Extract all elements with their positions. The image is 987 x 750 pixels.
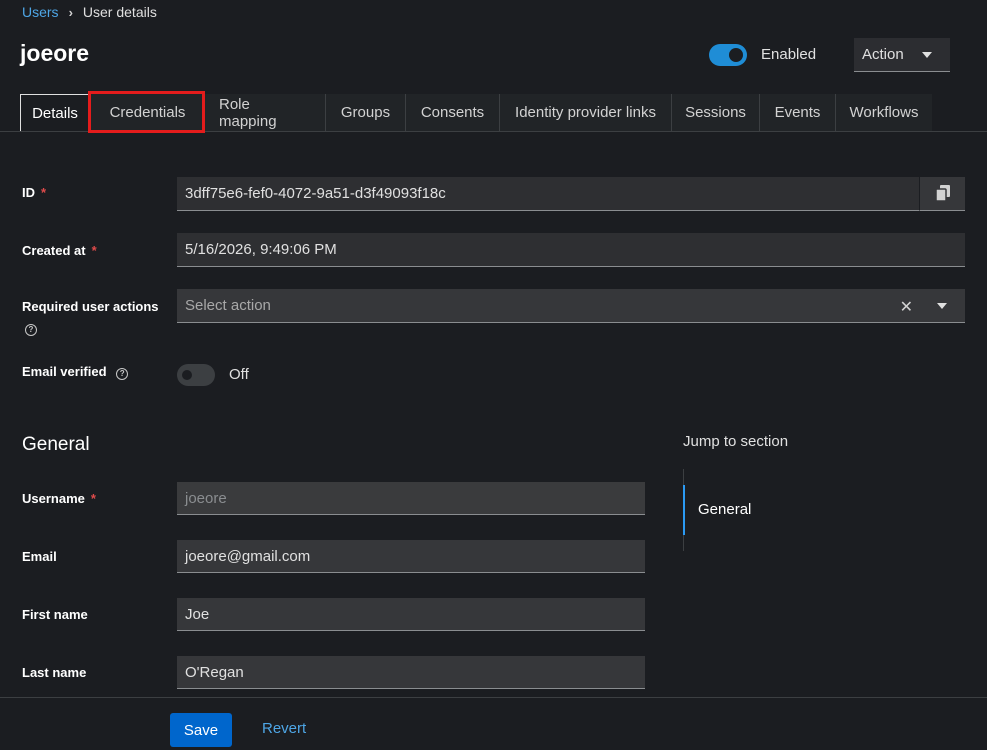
revert-button[interactable]: Revert [262, 720, 306, 737]
breadcrumb-users-link[interactable]: Users [22, 4, 59, 20]
copy-button[interactable] [919, 177, 965, 211]
username-field[interactable]: joeore [177, 482, 645, 515]
action-dropdown[interactable]: Action [854, 38, 950, 72]
caret-down-icon [922, 52, 932, 58]
required-marker: * [91, 243, 97, 258]
jump-nav-active-indicator [683, 485, 685, 535]
required-marker: * [41, 185, 47, 200]
page-title: joeore [20, 40, 90, 66]
created-at-label: Created at * [22, 243, 97, 258]
tab-events[interactable]: Events [759, 94, 835, 131]
first-name-field[interactable]: Joe [177, 598, 645, 631]
tab-identity-provider-links[interactable]: Identity provider links [499, 94, 671, 131]
toggle-knob [182, 370, 192, 380]
copy-icon [936, 185, 950, 201]
last-name-value: O'Regan [185, 663, 244, 681]
clear-icon[interactable]: ✕ [900, 297, 913, 317]
last-name-label: Last name [22, 665, 87, 680]
general-section-title: General [22, 434, 90, 455]
email-label: Email [22, 549, 57, 564]
username-value: joeore [185, 489, 227, 507]
tab-groups[interactable]: Groups [325, 94, 405, 131]
form-footer [0, 697, 987, 750]
last-name-field[interactable]: O'Regan [177, 656, 645, 689]
enabled-toggle[interactable] [709, 44, 747, 66]
highlight-annotation [88, 91, 205, 133]
id-value: 3dff75e6-fef0-4072-9a51-d3f49093f18c [185, 185, 446, 202]
tab-sessions[interactable]: Sessions [671, 94, 759, 131]
username-label: Username * [22, 491, 96, 506]
tab-consents[interactable]: Consents [405, 94, 499, 131]
enabled-label: Enabled [761, 46, 817, 63]
tab-workflows[interactable]: Workflows [835, 94, 932, 131]
required-actions-placeholder: Select action [185, 297, 271, 314]
first-name-value: Joe [185, 605, 210, 623]
created-at-field[interactable]: 5/16/2026, 9:49:06 PM [177, 233, 965, 267]
save-button[interactable]: Save [170, 713, 232, 747]
email-verified-state: Off [229, 366, 249, 383]
first-name-label: First name [22, 607, 88, 622]
caret-down-icon[interactable] [937, 303, 947, 309]
id-field[interactable]: 3dff75e6-fef0-4072-9a51-d3f49093f18c [177, 177, 919, 211]
chevron-right-icon: › [68, 4, 73, 20]
breadcrumb: Users › User details [22, 4, 157, 20]
required-marker: * [90, 491, 96, 506]
tab-details[interactable]: Details [20, 94, 90, 131]
toggle-knob [729, 48, 743, 62]
email-value: joeore@gmail.com [185, 547, 311, 565]
created-at-value: 5/16/2026, 9:49:06 PM [185, 241, 337, 258]
email-field[interactable]: joeore@gmail.com [177, 540, 645, 573]
jump-to-section-title: Jump to section [683, 433, 789, 450]
email-verified-label: Email verified ? [22, 364, 129, 380]
id-label: ID * [22, 185, 47, 200]
email-verified-toggle[interactable] [177, 364, 215, 386]
required-actions-label: Required user actions [22, 299, 159, 314]
help-icon[interactable]: ? [116, 368, 129, 380]
breadcrumb-current: User details [82, 4, 157, 20]
help-icon[interactable]: ? [25, 324, 37, 336]
jump-link-general[interactable]: General [698, 501, 751, 518]
tab-role-mapping[interactable]: Role mapping [204, 94, 325, 131]
action-label: Action [862, 46, 904, 63]
required-actions-select[interactable]: Select action ✕ [177, 289, 965, 323]
